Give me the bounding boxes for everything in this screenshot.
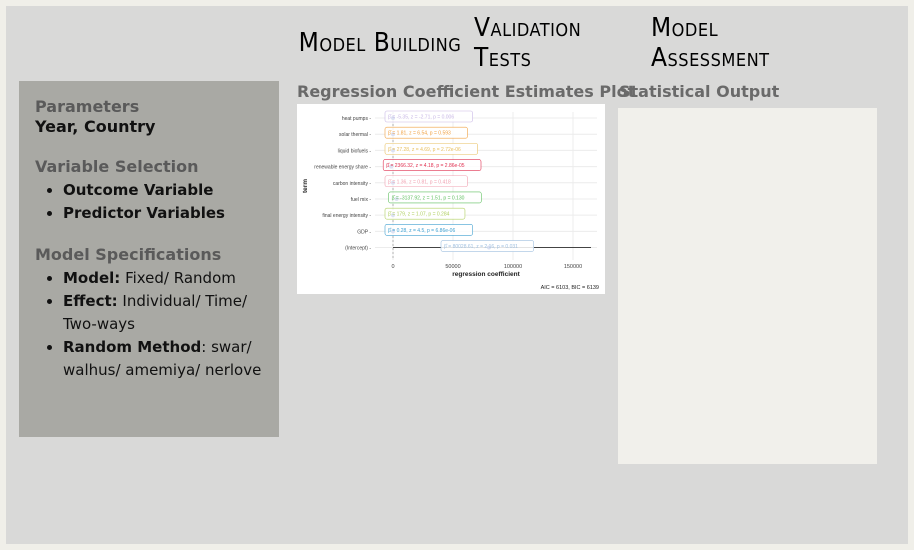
estimate-label: β̂ = 1.81, z = 6.54, p = 0.593 [388,131,451,137]
model-spec-random-method: Random Method: swar/ walhus/ amemiya/ ne… [63,336,263,382]
x-tick-label: 150000 [564,264,582,270]
estimate-label: β̂ = 0.28, z = 4.5, p = 6.86e-06 [388,228,455,234]
parameters-value: Year, Country [35,117,156,136]
estimate-label: β̂ = 27.28, z = 4.69, p = 2.72e-06 [388,147,461,153]
estimate-label: β̂ = 179, z = 1.07, p = 0.284 [388,212,450,218]
plot-title: Regression Coefficient Estimates Plot [297,82,636,101]
estimate-label: β̂ = 80028.61, z = 2.16, p = 0.031 [444,244,518,250]
estimate-label: β̂ = -3137.92, z = 1.51, p = 0.130 [392,195,465,201]
term-label: carbon intensity - [333,181,371,187]
model-specifications-heading: Model Specifications [35,245,222,264]
term-label: final energy intensity - [322,213,371,219]
term-label: liquid biofuels - [338,148,372,154]
estimate-label: β̂ = 2366.32, z = 4.18, p = 2.86e-05 [386,163,465,169]
y-axis-label: term [302,179,309,193]
predictor-variables-item: Predictor Variables [63,202,263,225]
estimate-label: β̂ = 1.36, z = 0.81, p = 0.418 [388,179,451,185]
statistical-output-panel [618,108,877,464]
sidebar-panel: Parameters Year, Country Variable Select… [19,81,279,437]
plot-footer: AIC = 6103, BIC = 6139 [541,285,599,291]
tab-model-building[interactable]: Model Building [297,18,463,68]
tab-model-assessment[interactable]: Model Assessment [651,13,828,73]
statistical-output-title: Statistical Output [619,82,780,101]
model-spec-model: Model: Fixed/ Random [63,267,263,290]
term-label: solar thermal - [339,132,371,138]
x-tick-label: 0 [391,264,394,270]
coefficient-chart: heat pumps - β̂ = -5.35, z = -2.71, p = 0… [302,110,599,291]
term-label: fuel mix - [351,197,372,203]
term-label: (Intercept) - [345,246,371,252]
x-tick-label: 50000 [445,264,460,270]
tab-validation-tests[interactable]: Validation Tests [474,13,640,73]
x-tick-label: 100000 [504,264,522,270]
term-label: GDP - [357,229,371,235]
parameters-heading: Parameters [35,97,140,116]
estimate-label: β̂ = -5.35, z = -2.71, p = 0.006 [388,115,454,121]
outcome-variable-item: Outcome Variable [63,179,263,202]
term-label: heat pumps - [342,116,372,122]
variable-selection-heading: Variable Selection [35,157,199,176]
term-label: renewable energy share - [314,165,371,171]
regression-coefficient-plot: heat pumps - β̂ = -5.35, z = -2.71, p = 0… [297,104,605,294]
model-spec-effect: Effect: Individual/ Time/ Two-ways [63,290,263,336]
x-axis-label: regression coefficient [452,271,520,278]
